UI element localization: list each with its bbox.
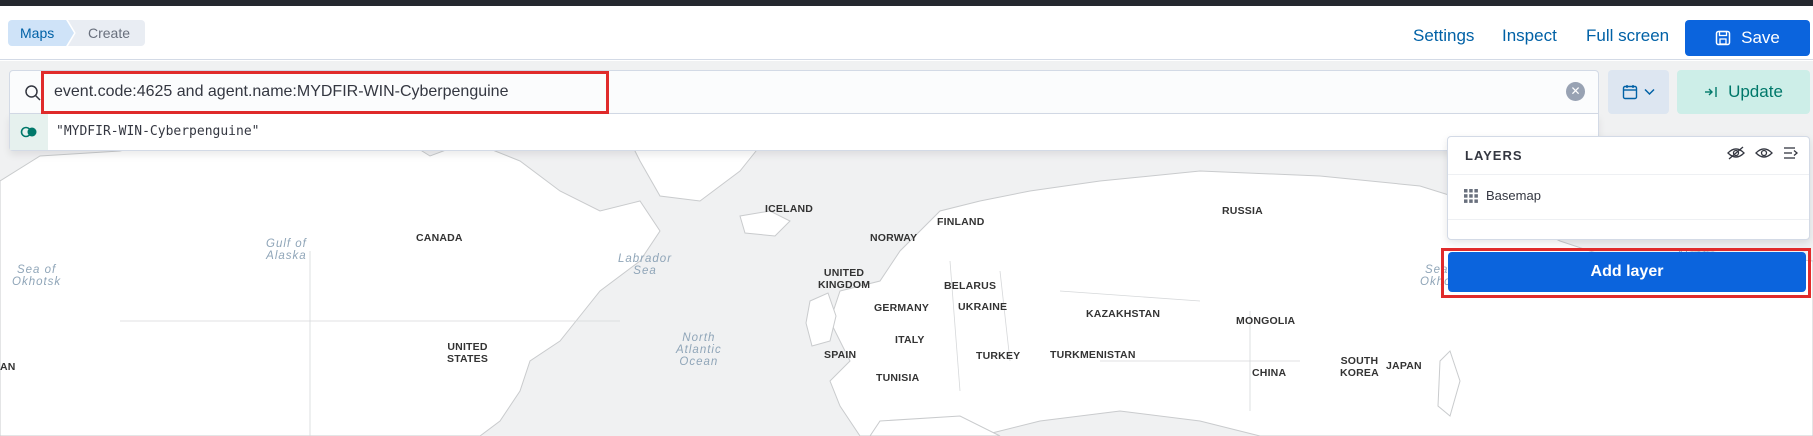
breadcrumb-create: Create: [68, 20, 145, 46]
fullscreen-link[interactable]: Full screen: [1586, 26, 1669, 46]
settings-link[interactable]: Settings: [1413, 26, 1474, 46]
map-label-united-states: UNITED STATES: [447, 341, 489, 365]
hide-all-icon[interactable]: [1727, 145, 1745, 161]
save-label: Save: [1741, 28, 1780, 47]
date-picker-button[interactable]: [1608, 70, 1669, 114]
map-label-ukraine: UKRAINE: [958, 301, 1008, 313]
map-label-norway: NORWAY: [870, 232, 918, 244]
map-label-turkmenistan: TURKMENISTAN: [1050, 349, 1136, 361]
map-label-russia: RUSSIA: [1222, 205, 1263, 217]
map-label-kazakhstan: KAZAKHSTAN: [1086, 308, 1161, 320]
clear-query-icon[interactable]: ✕: [1566, 82, 1585, 101]
map-label-iceland: ICELAND: [765, 203, 814, 215]
map-label-china: CHINA: [1252, 367, 1287, 379]
add-layer-button[interactable]: Add layer: [1448, 252, 1806, 292]
map-label-belarus: BELARUS: [944, 280, 997, 292]
grid-icon: [1464, 188, 1478, 203]
header-bar: Maps Create Settings Inspect Full screen…: [0, 6, 1813, 60]
layers-divider-bottom: [1448, 219, 1809, 220]
map-sea-gulf-of-alaska: Gulf of Alaska: [266, 238, 307, 262]
layers-title: LAYERS: [1465, 148, 1523, 163]
refresh-icon: [1705, 87, 1717, 97]
map-label-mongolia: MONGOLIA: [1236, 315, 1296, 327]
breadcrumb-maps[interactable]: Maps: [8, 20, 74, 46]
map-sea-labrador: Labrador Sea: [618, 253, 673, 277]
chevron-down-icon: [1644, 88, 1655, 96]
collapse-panel-icon[interactable]: [1783, 145, 1799, 161]
layer-row-basemap[interactable]: Basemap: [1464, 188, 1541, 203]
value-suggestion-icon: [10, 114, 48, 150]
map-label-partial: AN: [0, 361, 16, 373]
save-button[interactable]: Save: [1685, 20, 1810, 56]
query-highlight-box: [41, 71, 609, 114]
layers-divider: [1448, 174, 1809, 175]
map-sea-north-atlantic: North Atlantic Ocean: [676, 332, 722, 368]
layers-panel: LAYERS Basemap: [1447, 136, 1810, 240]
map-label-south-korea: SOUTH KOREA: [1340, 355, 1379, 379]
map-label-canada: CANADA: [416, 232, 463, 244]
suggestion-item[interactable]: "MYDFIR-WIN-Cyberpenguine": [56, 124, 260, 139]
map-label-germany: GERMANY: [874, 302, 930, 314]
layer-label: Basemap: [1486, 188, 1541, 203]
map-label-italy: ITALY: [895, 334, 925, 346]
update-label: Update: [1728, 82, 1783, 101]
show-all-icon[interactable]: [1755, 145, 1773, 161]
map-label-tunisia: TUNISIA: [876, 372, 920, 384]
map-label-finland: FINLAND: [937, 216, 985, 228]
save-icon: [1715, 30, 1731, 46]
map-label-turkey: TURKEY: [976, 350, 1021, 362]
map-label-spain: SPAIN: [824, 349, 857, 361]
map-label-united-kingdom: UNITED KINGDOM: [818, 267, 871, 291]
calendar-icon: [1622, 85, 1638, 100]
update-button[interactable]: Update: [1677, 70, 1810, 114]
map-label-japan: JAPAN: [1386, 360, 1422, 372]
inspect-link[interactable]: Inspect: [1502, 26, 1557, 46]
query-suggestion-list: "MYDFIR-WIN-Cyberpenguine": [9, 114, 1599, 151]
search-icon: [25, 85, 41, 101]
map-sea-okhotsk-left: Sea of Okhotsk: [12, 264, 62, 288]
